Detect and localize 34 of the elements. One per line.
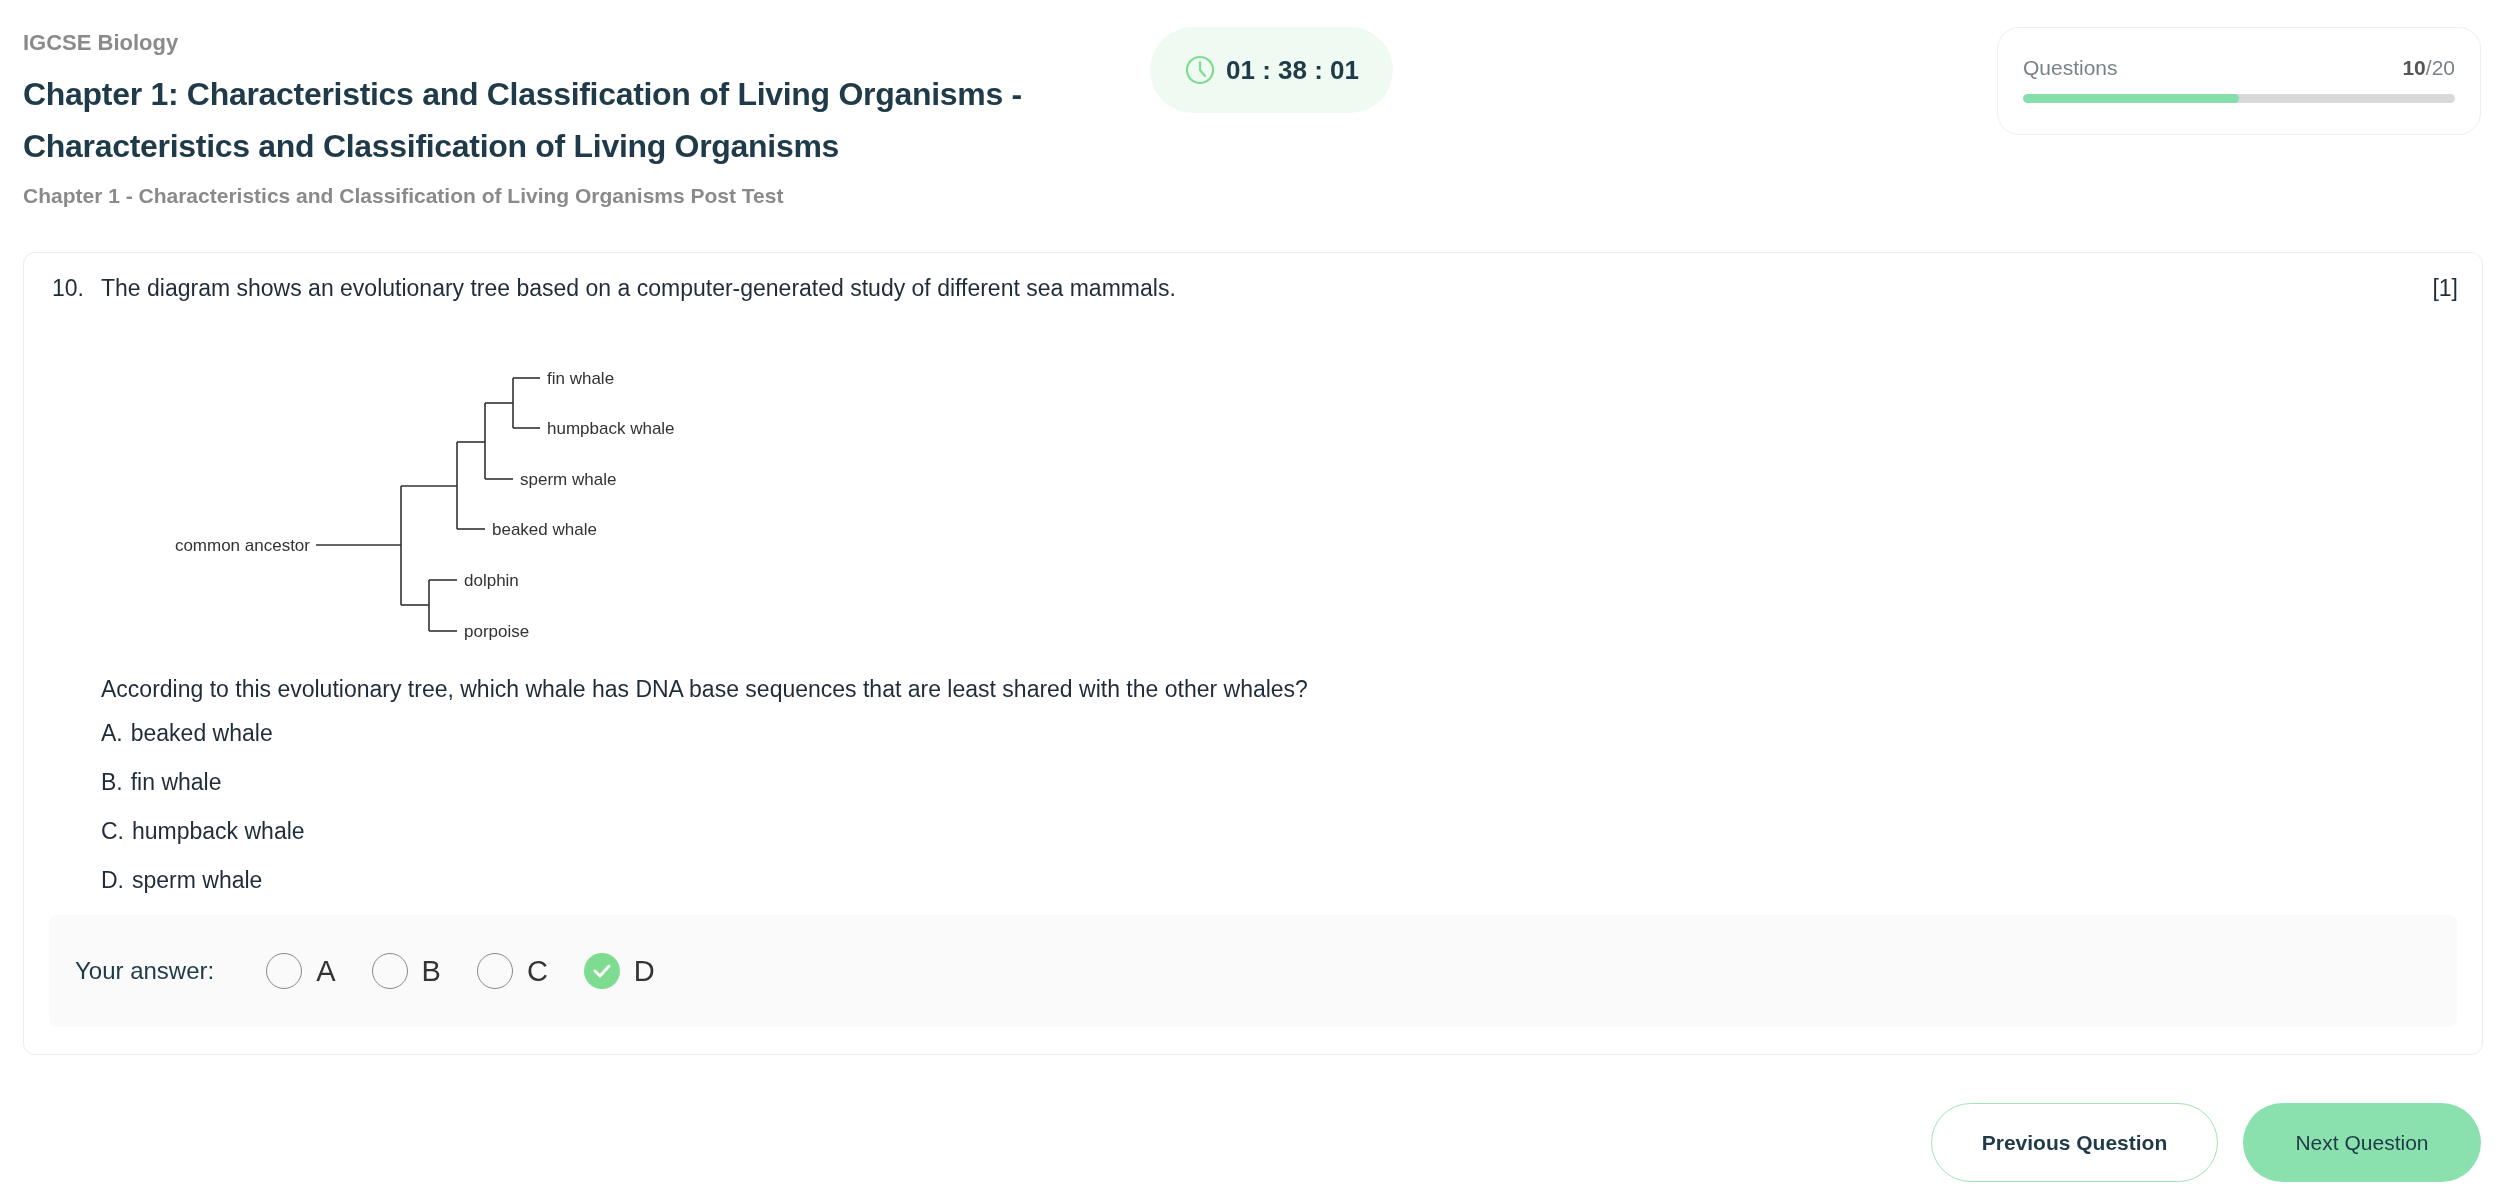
tree-label: dolphin [464, 571, 519, 590]
answer-option[interactable]: D [583, 953, 655, 989]
option-letter: D. [101, 867, 124, 894]
tree-label: porpoise [464, 622, 530, 641]
answer-option[interactable]: C [476, 953, 548, 989]
marks-label: [1] [2432, 275, 2458, 302]
answer-option[interactable]: A [266, 953, 336, 989]
option-text: beaked whale [130, 720, 273, 747]
option-letter: C. [101, 818, 124, 845]
tree-label: common ancestor [174, 536, 310, 555]
tree-label: fin whale [547, 369, 615, 388]
option-text: humpback whale [132, 818, 305, 845]
answer-label: Your answer: [75, 957, 215, 985]
option-letter: A. [101, 720, 123, 747]
question-number: 10. [52, 275, 85, 302]
chapter-title: Chapter 1: Characteristics and Classification of Living Organisms - Characteristics and Classification of Living Organisms [23, 75, 1023, 166]
timer-text: 01 : 38 : 01 [1226, 54, 1359, 86]
question-text: The diagram shows an evolutionary tree based on a computer-generated study of different sea mammals. [101, 275, 1177, 302]
question-count: 10/20 [2402, 56, 2455, 80]
tree-label: humpback whale [547, 419, 675, 438]
tree-label: sperm whale [520, 470, 617, 489]
questions-label: Questions [2023, 56, 2118, 80]
option-text: sperm whale [132, 867, 263, 894]
test-name: Chapter 1 - Characteristics and Classification of Living Organisms Post Test [23, 184, 785, 208]
subject-label: IGCSE Biology [23, 30, 180, 56]
clock-icon [1184, 54, 1216, 86]
question-prompt: According to this evolutionary tree, which whale has DNA base sequences that are least shared with the other whales? [101, 676, 1309, 703]
next-button[interactable]: Next Question [2243, 1103, 2481, 1182]
answer-option[interactable]: B [371, 953, 441, 989]
check-icon[interactable] [583, 953, 620, 989]
tree-label: beaked whale [492, 520, 597, 539]
previous-button[interactable]: Previous Question [1931, 1103, 2218, 1182]
option-letter: B. [101, 769, 123, 796]
option-text: fin whale [130, 769, 222, 796]
